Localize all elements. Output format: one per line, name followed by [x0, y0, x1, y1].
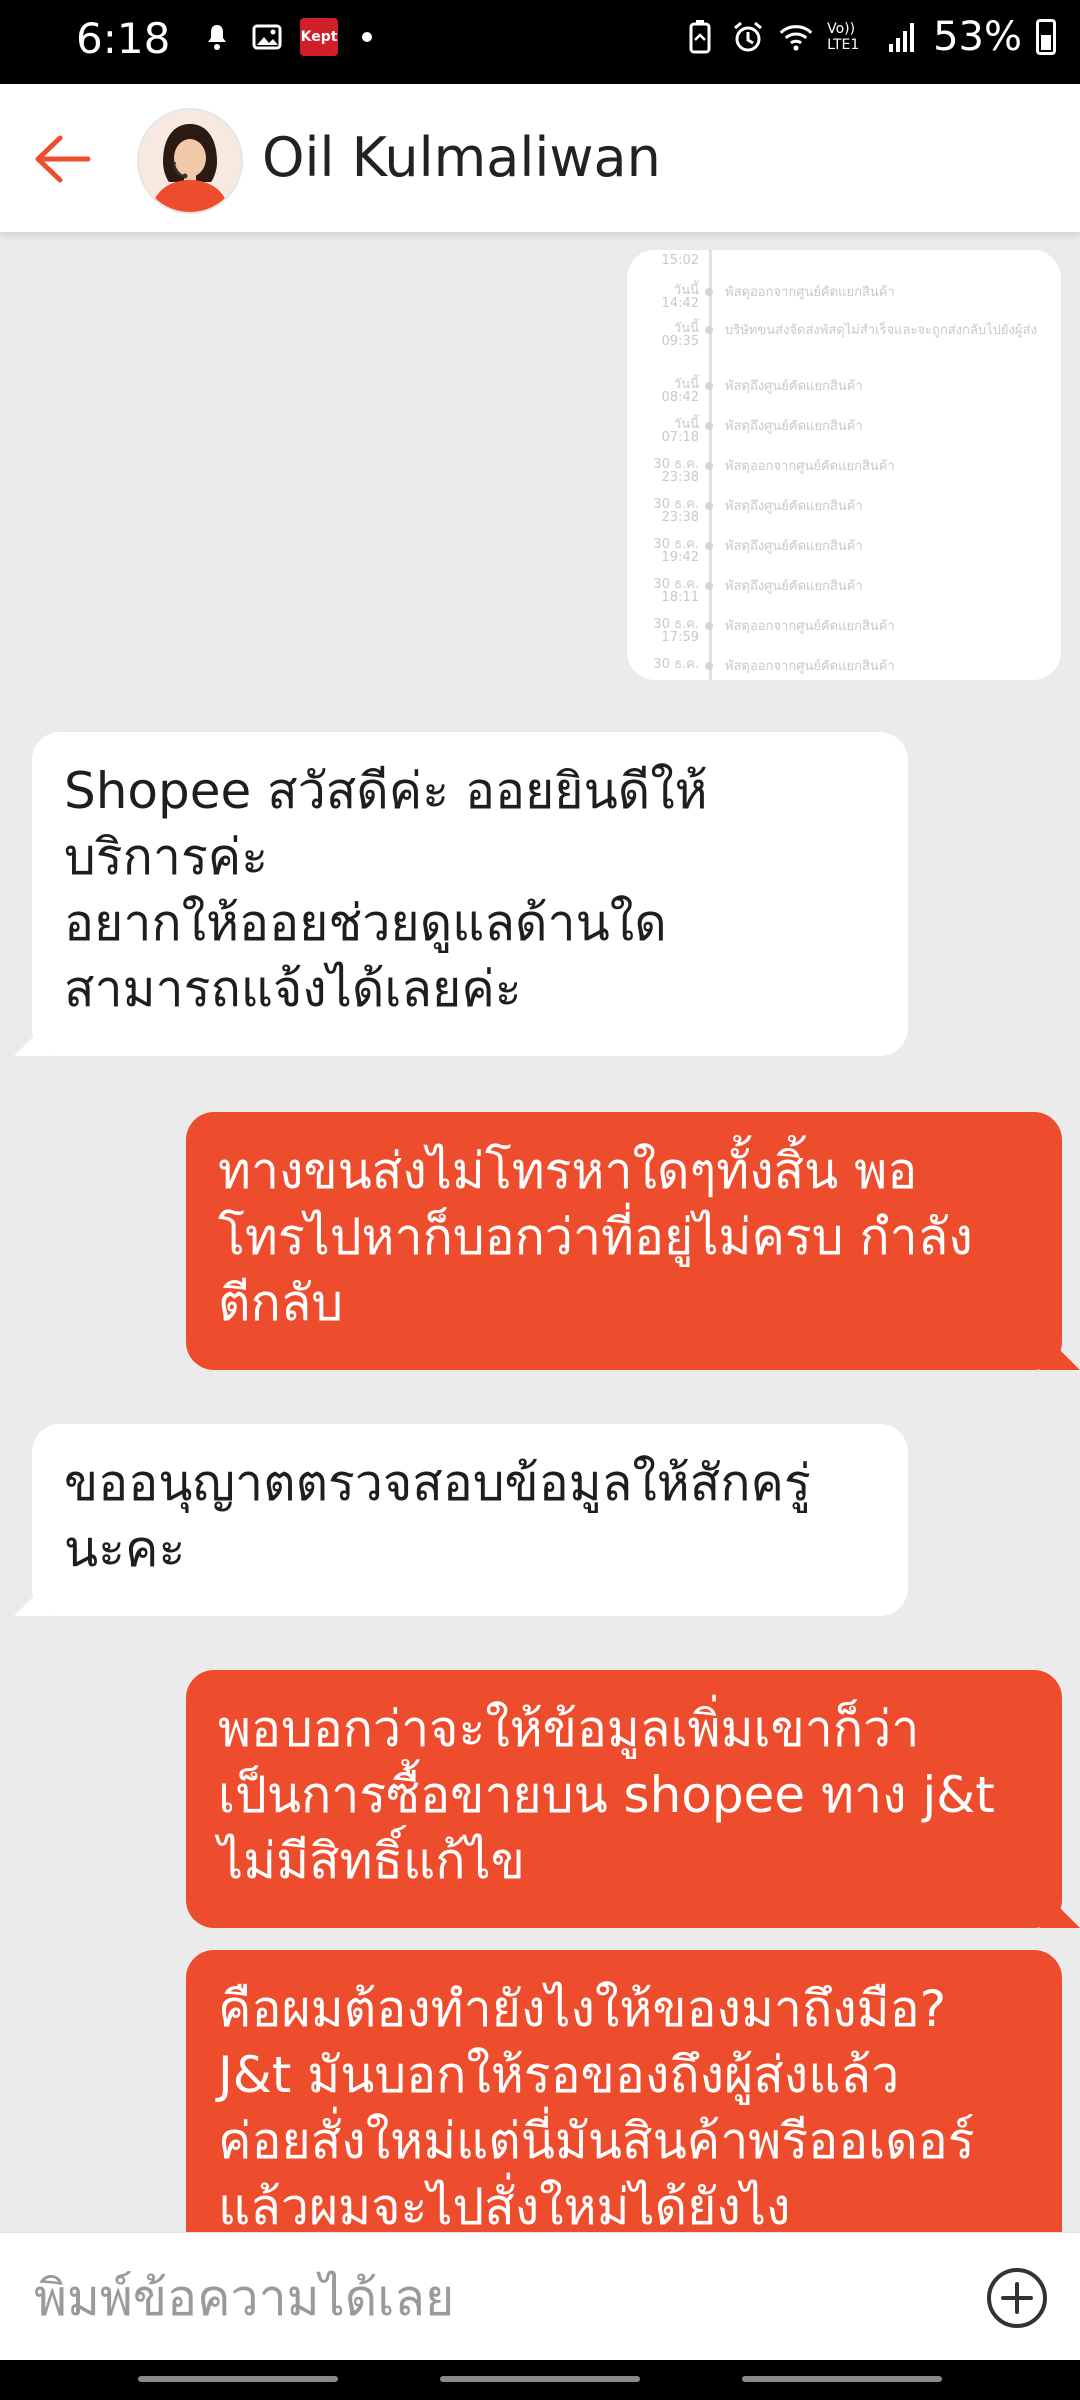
user-message-bubble[interactable]: พอบอกว่าจะให้ข้อมูลเพิ่มเขาก็ว่า เป็นการ…	[186, 1670, 1062, 1928]
timeline-text: พัสดุออกจากศูนย์คัดแยกสินค้า	[725, 459, 895, 474]
user-message-bubble[interactable]: ทางขนส่งไม่โทรหาใดๆทั้งสิ้น พอ โทรไปหาก็…	[186, 1112, 1062, 1370]
timeline-text: พัสดุถึงศูนย์คัดแยกสินค้า	[725, 419, 863, 434]
timeline-text: บริษัทขนส่งจัดส่งพัสดุไม่สำเร็จและจะถูกส…	[725, 323, 1037, 338]
battery-saver-icon	[683, 20, 717, 54]
timeline-date: 30 ธ.ค.	[653, 657, 699, 672]
timeline-date: 30 ธ.ค. 18:11	[653, 577, 699, 605]
timeline-text: พัสดุถึงศูนย์คัดแยกสินค้า	[725, 539, 863, 554]
plus-circle-icon	[987, 2268, 1047, 2328]
nav-home-button[interactable]	[440, 2376, 640, 2382]
timeline-dot-icon	[705, 382, 713, 390]
timeline-date: 30 ธ.ค. 23:38	[653, 457, 699, 485]
gallery-icon	[250, 20, 284, 54]
tracking-screenshot-image[interactable]: 15:02 วันนี้ 14:42 พัสดุออกจากศูนย์คัดแยก…	[627, 250, 1061, 680]
nav-recents-button[interactable]	[138, 2376, 338, 2382]
volte-icon: Vo)) LTE1	[827, 21, 860, 53]
timeline-text: พัสดุออกจากศูนย์คัดแยกสินค้า	[725, 619, 895, 634]
timeline-date: 15:02	[661, 253, 699, 268]
timeline-dot-icon	[705, 542, 713, 550]
timeline-date: วันนี้ 14:42	[661, 283, 699, 311]
system-navigation-bar	[0, 2360, 1080, 2400]
message-composer	[0, 2232, 1080, 2361]
avatar[interactable]	[137, 108, 243, 214]
status-time: 6:18	[76, 14, 171, 63]
timeline-dot-icon	[705, 502, 713, 510]
message-input[interactable]	[32, 2257, 956, 2339]
nav-back-button[interactable]	[742, 2376, 942, 2382]
status-left-icons: Kept	[200, 18, 372, 56]
timeline-date: 30 ธ.ค. 19:42	[653, 537, 699, 565]
contact-name: Oil Kulmaliwan	[262, 126, 661, 189]
dot-icon	[362, 32, 372, 42]
timeline-dot-icon	[705, 662, 713, 670]
timeline-dot-icon	[705, 622, 713, 630]
battery-icon	[1036, 19, 1056, 55]
chat-header: Oil Kulmaliwan	[0, 84, 1080, 232]
timeline-date: วันนี้ 08:42	[661, 377, 699, 405]
alarm-icon	[731, 20, 765, 54]
status-bar: 6:18 Kept Vo)) LTE1 53%	[0, 0, 1080, 84]
timeline-date: วันนี้ 09:35	[661, 321, 699, 349]
agent-message-bubble[interactable]: Shopee สวัสดีค่ะ ออยยินดีให้ บริการค่ะ อ…	[32, 732, 908, 1056]
timeline-text: พัสดุออกจากศูนย์คัดแยกสินค้า	[725, 659, 895, 674]
status-right-icons: Vo)) LTE1 53%	[683, 14, 1056, 60]
kept-app-icon: Kept	[300, 18, 338, 56]
add-attachment-button[interactable]	[984, 2265, 1050, 2331]
signal-icon	[885, 20, 919, 54]
timeline-dot-icon	[705, 582, 713, 590]
timeline-text: พัสดุถึงศูนย์คัดแยกสินค้า	[725, 499, 863, 514]
timeline-date: 30 ธ.ค. 23:38	[653, 497, 699, 525]
timeline-date: วันนี้ 07:18	[661, 417, 699, 445]
battery-percent: 53%	[933, 14, 1022, 60]
wifi-icon	[779, 20, 813, 54]
timeline-dot-icon	[705, 326, 713, 334]
notification-icon	[200, 20, 234, 54]
timeline-dot-icon	[705, 288, 713, 296]
timeline-date: 30 ธ.ค. 17:59	[653, 617, 699, 645]
timeline-dot-icon	[705, 462, 713, 470]
arrow-left-icon	[35, 135, 91, 183]
timeline-text: พัสดุออกจากศูนย์คัดแยกสินค้า	[725, 285, 895, 300]
agent-message-bubble[interactable]: ขออนุญาตตรวจสอบข้อมูลให้สักครู่ นะคะ	[32, 1424, 908, 1616]
back-button[interactable]	[28, 124, 98, 194]
timeline-dot-icon	[705, 422, 713, 430]
timeline-text: พัสดุถึงศูนย์คัดแยกสินค้า	[725, 579, 863, 594]
timeline-text: พัสดุถึงศูนย์คัดแยกสินค้า	[725, 379, 863, 394]
user-message-bubble[interactable]: คือผมต้องทำยังไงให้ของมาถึงมือ? J&t มันบ…	[186, 1950, 1062, 2274]
agent-avatar-image	[151, 124, 229, 212]
chat-messages[interactable]: 15:02 วันนี้ 14:42 พัสดุออกจากศูนย์คัดแยก…	[0, 232, 1080, 2274]
